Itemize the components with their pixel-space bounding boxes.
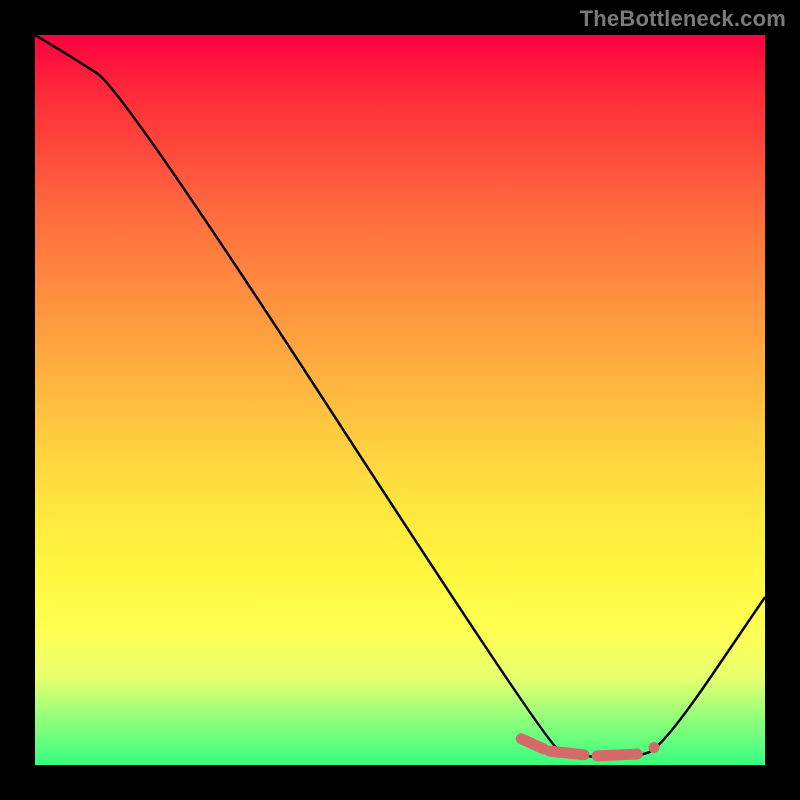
optimal-range-markers <box>521 739 654 756</box>
bottleneck-curve <box>35 35 765 758</box>
chart-frame: TheBottleneck.com <box>0 0 800 800</box>
optimal-segment-3 <box>597 754 637 756</box>
optimal-segment-1 <box>521 739 544 749</box>
optimal-segment-2 <box>550 751 584 755</box>
watermark-text: TheBottleneck.com <box>580 6 786 32</box>
plot-overlay <box>35 35 765 765</box>
gradient-plot-area <box>35 35 765 765</box>
